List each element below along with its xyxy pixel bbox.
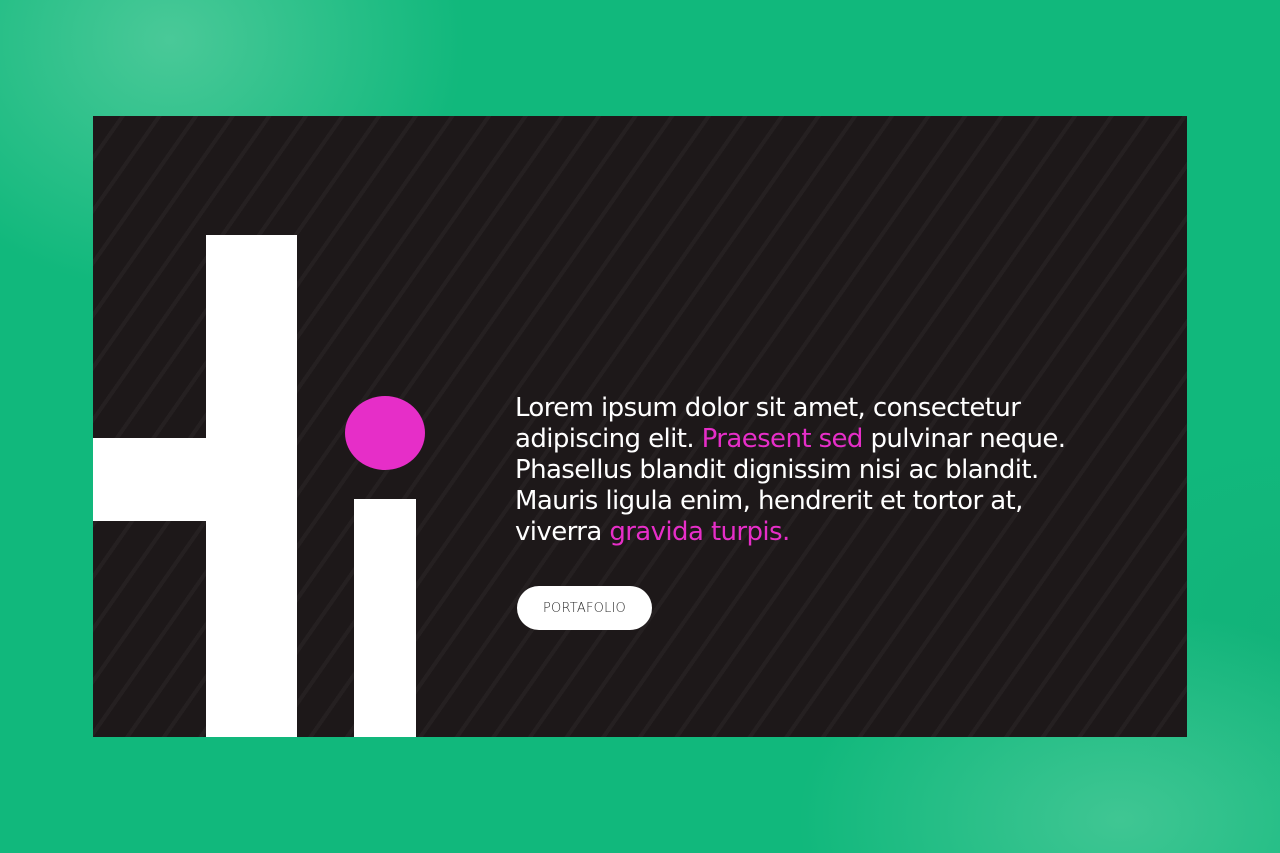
intro-line: Lorem ipsum dolor sit amet, consectetur bbox=[515, 393, 1155, 424]
i-letter-dot bbox=[345, 396, 425, 470]
body-text-segment: pulvinar neque. bbox=[862, 424, 1067, 454]
intro-paragraph: Lorem ipsum dolor sit amet, consectetur a… bbox=[515, 393, 1155, 548]
intro-line: viverra gravida turpis. bbox=[515, 517, 1155, 548]
body-text-segment: Mauris ligula enim, hendrerit et tortor … bbox=[515, 486, 1023, 516]
highlighted-text: Praesent sed bbox=[701, 424, 864, 454]
h-letter-crossbar bbox=[93, 438, 206, 521]
hero-slide: Lorem ipsum dolor sit amet, consectetur a… bbox=[93, 116, 1187, 737]
intro-line: Mauris ligula enim, hendrerit et tortor … bbox=[515, 486, 1155, 517]
highlighted-text: gravida turpis. bbox=[609, 517, 790, 547]
portfolio-button[interactable]: PORTAFOLIO bbox=[517, 586, 652, 630]
h-letter-stem bbox=[206, 235, 297, 737]
body-text-segment: Lorem ipsum dolor sit amet, consectetur bbox=[515, 393, 1021, 423]
i-letter-stem bbox=[354, 499, 416, 737]
body-text-segment: adipiscing elit. bbox=[515, 424, 702, 454]
body-text-segment: viverra bbox=[515, 517, 610, 547]
intro-line: Phasellus blandit dignissim nisi ac blan… bbox=[515, 455, 1155, 486]
body-text-segment: Phasellus blandit dignissim nisi ac blan… bbox=[515, 455, 1039, 485]
intro-line: adipiscing elit. Praesent sed pulvinar n… bbox=[515, 424, 1155, 455]
